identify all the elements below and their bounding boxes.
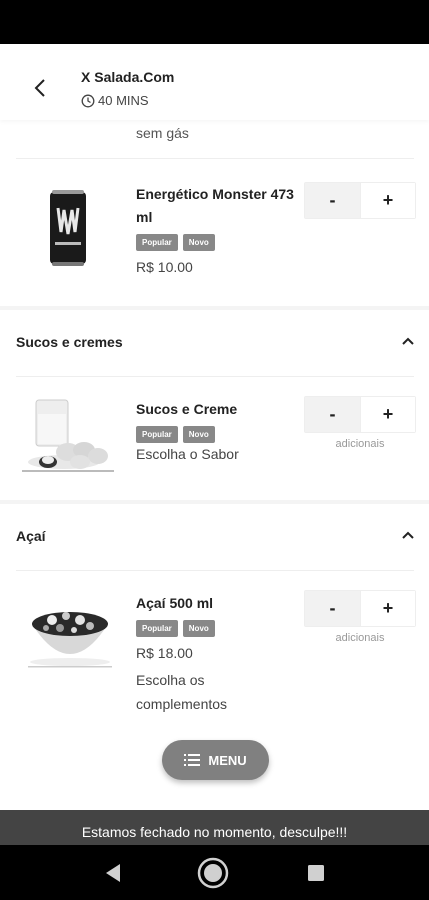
nav-home-icon — [197, 857, 229, 889]
decrease-button[interactable]: - — [305, 183, 360, 218]
increase-button[interactable]: + — [359, 183, 415, 218]
badge-group: Popular Novo — [136, 426, 215, 443]
popular-badge: Popular — [136, 234, 178, 251]
chevron-up-icon[interactable] — [400, 333, 416, 349]
nav-back-button[interactable] — [97, 857, 129, 889]
monster-can-image — [50, 190, 86, 266]
menu-button-label: MENU — [208, 752, 247, 768]
new-badge: Novo — [182, 620, 215, 637]
divider — [16, 158, 414, 159]
chevron-up-icon[interactable] — [400, 527, 416, 543]
product-name: Energético Monster 473 ml — [136, 186, 294, 225]
increase-button[interactable]: + — [359, 591, 415, 626]
divider — [16, 570, 414, 571]
product-price: R$ 10.00 — [136, 259, 193, 275]
nav-recents-button[interactable] — [300, 857, 332, 889]
product-name: Sucos e Creme — [136, 401, 238, 417]
menu-list-icon — [184, 754, 201, 766]
increase-button[interactable]: + — [359, 397, 415, 432]
quantity-stepper[interactable]: - + — [304, 396, 416, 433]
popular-badge: Popular — [136, 426, 178, 443]
store-name: X Salada.Com — [81, 69, 175, 85]
nav-back-icon — [106, 864, 120, 882]
quantity-stepper[interactable]: - + — [304, 590, 416, 627]
section-divider — [0, 306, 429, 310]
system-nav-bar — [0, 845, 429, 900]
acai-bowl-image — [28, 612, 112, 668]
popular-badge: Popular — [136, 620, 178, 637]
sucos-creme-image — [22, 399, 114, 472]
nav-home-button[interactable] — [197, 857, 229, 889]
product-name: Açaí 500 ml — [136, 595, 214, 611]
app-header: X Salada.Com 40 MINS — [0, 44, 429, 120]
addons-note: adicionais — [335, 632, 385, 644]
clock-icon — [81, 94, 95, 107]
section-divider — [0, 500, 429, 504]
store-closed-notice: Estamos fechado no momento, desculpe!!! — [0, 810, 429, 845]
decrease-button[interactable]: - — [305, 397, 360, 432]
previous-item-description: sem gás — [136, 125, 189, 141]
product-description: Escolha os complementos — [136, 672, 228, 712]
product-list[interactable]: sem gás Energético Monster 473 ml Popula… — [0, 120, 429, 810]
badge-group: Popular Novo — [136, 620, 215, 637]
nav-recents-icon — [308, 865, 324, 881]
product-price: R$ 18.00 — [136, 645, 193, 661]
quantity-stepper[interactable]: - + — [304, 182, 416, 219]
product-description: Escolha o Sabor — [136, 446, 239, 462]
delivery-time-label: 40 MINS — [98, 93, 149, 108]
new-badge: Novo — [182, 234, 215, 251]
new-badge: Novo — [182, 426, 215, 443]
badge-group: Popular Novo — [136, 234, 215, 251]
addons-note: adicionais — [335, 438, 385, 450]
section-title-sucos[interactable]: Sucos e cremes — [16, 334, 123, 350]
divider — [16, 376, 414, 377]
delivery-time: 40 MINS — [81, 93, 149, 108]
menu-button[interactable]: MENU — [162, 740, 269, 780]
decrease-button[interactable]: - — [305, 591, 360, 626]
back-arrow-icon — [34, 79, 45, 97]
section-title-acai[interactable]: Açaí — [16, 528, 46, 544]
back-button[interactable] — [26, 74, 54, 102]
status-bar — [0, 0, 429, 44]
